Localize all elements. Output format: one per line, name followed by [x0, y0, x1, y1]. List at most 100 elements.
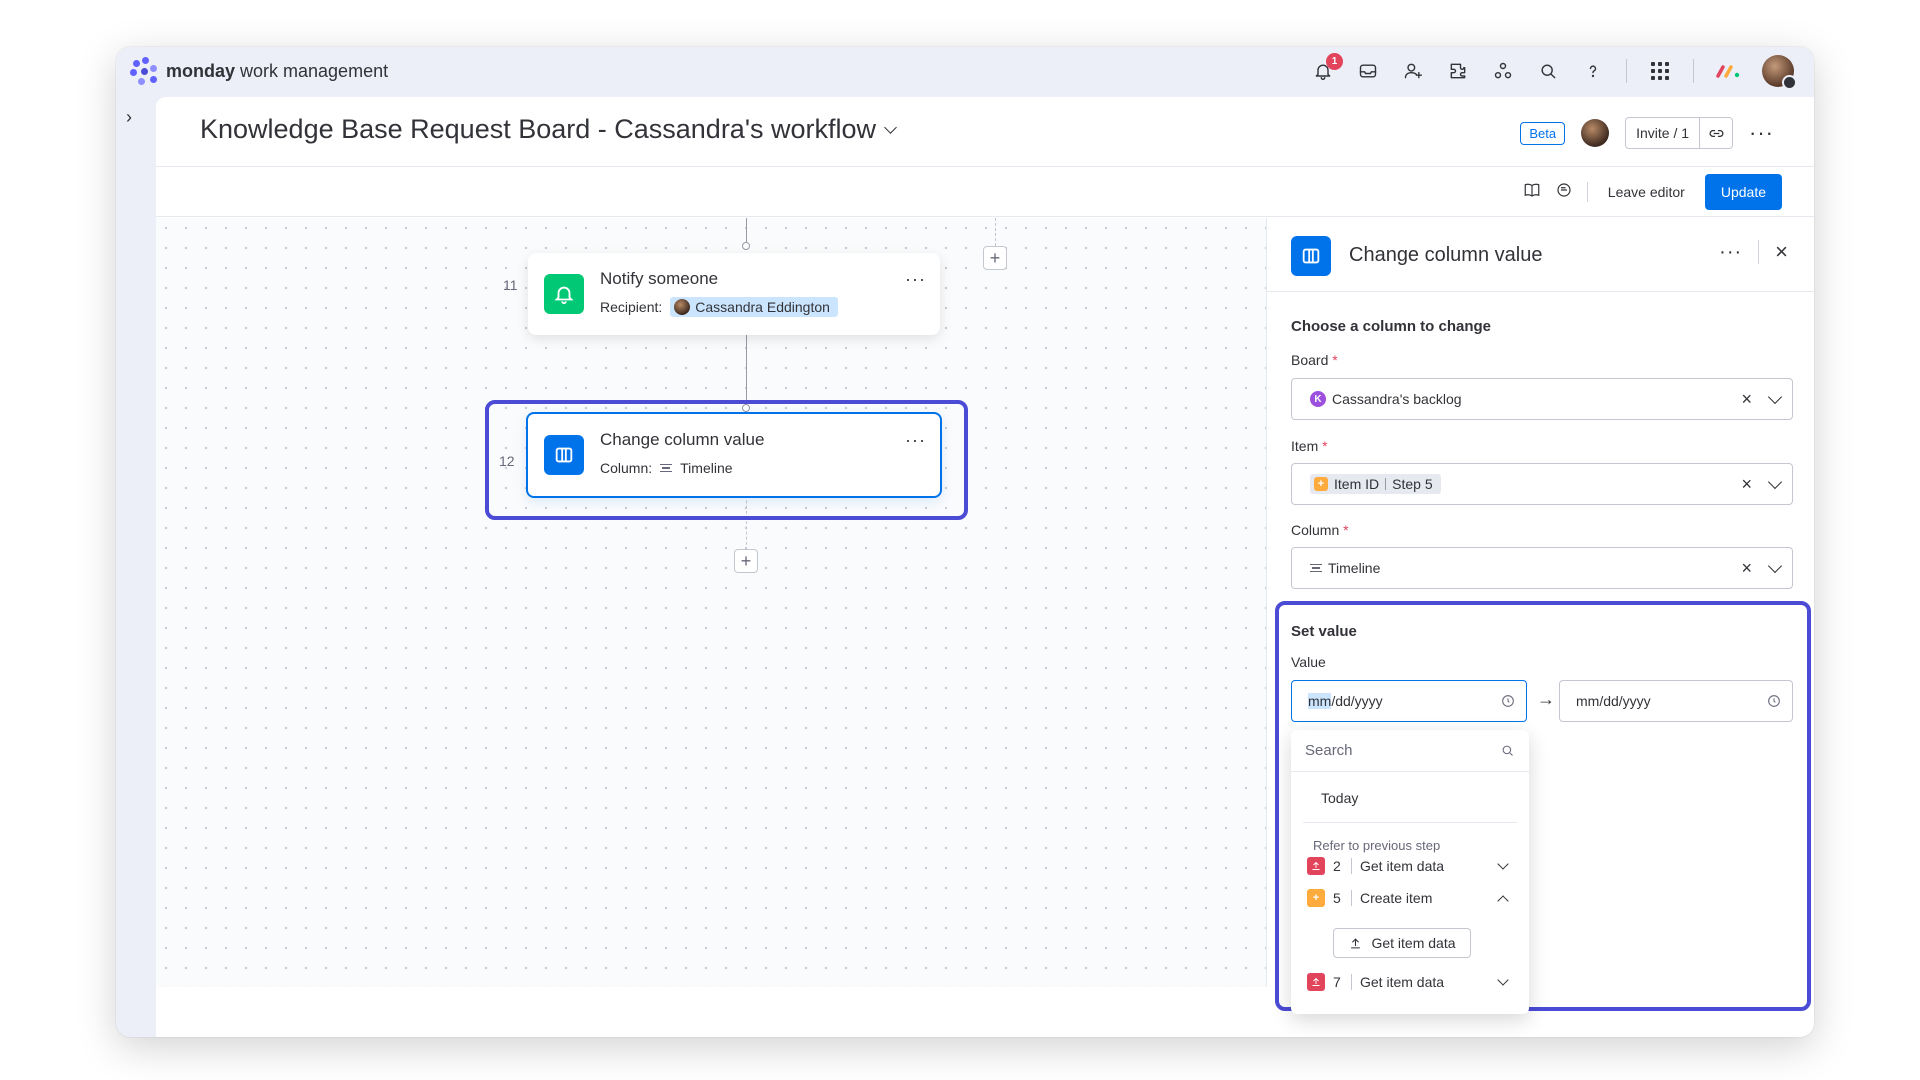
previous-step-option[interactable]: 7 Get item data: [1307, 970, 1513, 994]
step-subtitle: Recipient: Cassandra Eddington: [600, 297, 838, 317]
monday-products-icon[interactable]: [1715, 62, 1741, 80]
previous-step-option[interactable]: 2 Get item data: [1307, 854, 1513, 878]
topbar-divider: [1693, 59, 1694, 83]
copy-link-icon[interactable]: [1700, 118, 1732, 148]
recipient-avatar: [674, 299, 691, 315]
step-number: 11: [503, 277, 518, 293]
add-branch-button[interactable]: +: [983, 246, 1007, 270]
owner-avatar[interactable]: [1581, 119, 1610, 147]
connector-node: [742, 242, 750, 250]
item-select[interactable]: + Item ID Step 5 ×: [1291, 463, 1793, 505]
panel-more-icon[interactable]: ···: [1719, 242, 1742, 262]
brand-name: monday work management: [166, 60, 389, 81]
column-select[interactable]: Timeline ×: [1291, 547, 1793, 589]
clock-icon[interactable]: [1500, 693, 1516, 709]
update-button[interactable]: Update: [1704, 174, 1782, 210]
column-name: Timeline: [680, 460, 733, 476]
set-value-title: Set value: [1291, 623, 1357, 640]
chevron-down-icon[interactable]: [884, 121, 897, 134]
previous-step-option[interactable]: + 5 Create item: [1307, 886, 1513, 910]
notification-count-badge: 1: [1326, 53, 1343, 70]
dropdown-divider: [1303, 822, 1517, 823]
topbar-divider: [1626, 59, 1627, 83]
connector-line: [746, 218, 747, 245]
end-date-text: mm/dd/yyyy: [1576, 693, 1651, 709]
end-date-input[interactable]: mm/dd/yyyy: [1559, 680, 1793, 722]
monday-logo[interactable]: monday work management: [130, 57, 388, 85]
item-chip: + Item ID Step 5: [1310, 474, 1441, 494]
header-actions: Beta Invite / 1 ···: [1520, 117, 1774, 149]
app-window: monday work management 1 › Knowledge Bas…: [116, 47, 1814, 1037]
timeline-icon: [660, 463, 673, 473]
chevron-down-icon[interactable]: [1497, 857, 1509, 870]
help-icon[interactable]: [1581, 59, 1605, 83]
board-badge-icon: K: [1310, 391, 1326, 407]
recipient-name: Cassandra Eddington: [695, 299, 830, 315]
get-item-data-button[interactable]: Get item data: [1333, 928, 1471, 958]
step-more-icon[interactable]: ···: [905, 430, 926, 451]
book-icon[interactable]: [1523, 181, 1541, 204]
board-header: Knowledge Base Request Board - Cassandra…: [156, 97, 1814, 167]
notifications-bell-icon[interactable]: 1: [1311, 53, 1343, 83]
leave-editor-button[interactable]: Leave editor: [1602, 184, 1691, 200]
board-title[interactable]: Knowledge Base Request Board - Cassandra…: [200, 114, 897, 145]
integrations-icon[interactable]: [1446, 59, 1470, 83]
section-title: Choose a column to change: [1291, 318, 1492, 335]
timeline-icon: [1310, 563, 1322, 573]
step-card-notify-someone[interactable]: Notify someone Recipient: Cassandra Eddi…: [528, 253, 940, 335]
upload-icon: [1351, 937, 1361, 948]
chevron-down-icon[interactable]: [1497, 973, 1509, 986]
recipient-chip: Cassandra Eddington: [670, 297, 838, 317]
top-bar: monday work management 1: [116, 47, 1814, 97]
chevron-down-icon[interactable]: [1767, 558, 1783, 573]
panel-actions: ··· ×: [1719, 240, 1788, 264]
clock-icon[interactable]: [1766, 693, 1782, 709]
column-label: Column:: [600, 460, 653, 476]
panel-divider: [1758, 240, 1760, 264]
workflow-canvas[interactable]: + + 11 Notify someone Recipient: Cassand…: [156, 218, 1266, 987]
feedback-icon[interactable]: [1555, 181, 1573, 204]
search-icon[interactable]: [1536, 59, 1560, 83]
close-icon[interactable]: ×: [1775, 241, 1788, 263]
arrow-right-icon: →: [1537, 689, 1555, 709]
chevron-down-icon[interactable]: [1767, 474, 1783, 489]
step-settings-panel: Change column value ··· × Choose a colum…: [1266, 218, 1814, 1014]
clear-icon[interactable]: ×: [1741, 558, 1752, 579]
create-item-icon: +: [1314, 477, 1328, 491]
board-select[interactable]: K Cassandra's backlog ×: [1291, 378, 1793, 420]
invite-member-icon[interactable]: [1401, 59, 1425, 83]
bell-icon: [544, 274, 584, 314]
date-range: mm/dd/yyyy → mm/dd/yyyy: [1291, 680, 1793, 722]
toolbar-divider: [1586, 182, 1588, 202]
step-more-icon[interactable]: ···: [905, 269, 926, 290]
step-number: 12: [499, 453, 515, 469]
board-field-label: Board *: [1291, 352, 1338, 368]
user-avatar[interactable]: [1762, 55, 1797, 90]
option-today[interactable]: Today: [1321, 790, 1358, 806]
more-options-icon[interactable]: ···: [1749, 122, 1774, 144]
clear-icon[interactable]: ×: [1741, 389, 1752, 410]
chevron-up-icon[interactable]: [1497, 894, 1509, 907]
connector-line: [746, 335, 747, 408]
marketplace-icon[interactable]: [1491, 59, 1515, 83]
dropdown-search-input[interactable]: Search: [1291, 730, 1529, 772]
column-icon: [1291, 236, 1331, 276]
get-item-data-icon: [1307, 973, 1325, 991]
beta-badge: Beta: [1520, 121, 1566, 145]
apps-grid-icon[interactable]: [1648, 59, 1672, 83]
item-field-label: Item *: [1291, 438, 1328, 454]
add-step-button[interactable]: +: [734, 549, 758, 573]
step-card-change-column-value[interactable]: Change column value Column: Timeline ···: [526, 412, 942, 498]
inbox-icon[interactable]: [1356, 59, 1380, 83]
chevron-down-icon[interactable]: [1767, 389, 1783, 404]
search-icon: [1502, 745, 1513, 756]
value-label: Value: [1291, 654, 1326, 670]
clear-icon[interactable]: ×: [1741, 474, 1752, 495]
start-date-text: mm/dd/yyyy: [1308, 693, 1383, 709]
column-value: Timeline: [1328, 560, 1381, 576]
start-date-input[interactable]: mm/dd/yyyy: [1291, 680, 1527, 722]
invite-button[interactable]: Invite / 1: [1626, 118, 1701, 148]
panel-header: Change column value ··· ×: [1267, 218, 1814, 292]
editor-toolbar: Leave editor Update: [156, 167, 1814, 217]
expand-sidebar-chevron-icon[interactable]: ›: [126, 107, 132, 128]
